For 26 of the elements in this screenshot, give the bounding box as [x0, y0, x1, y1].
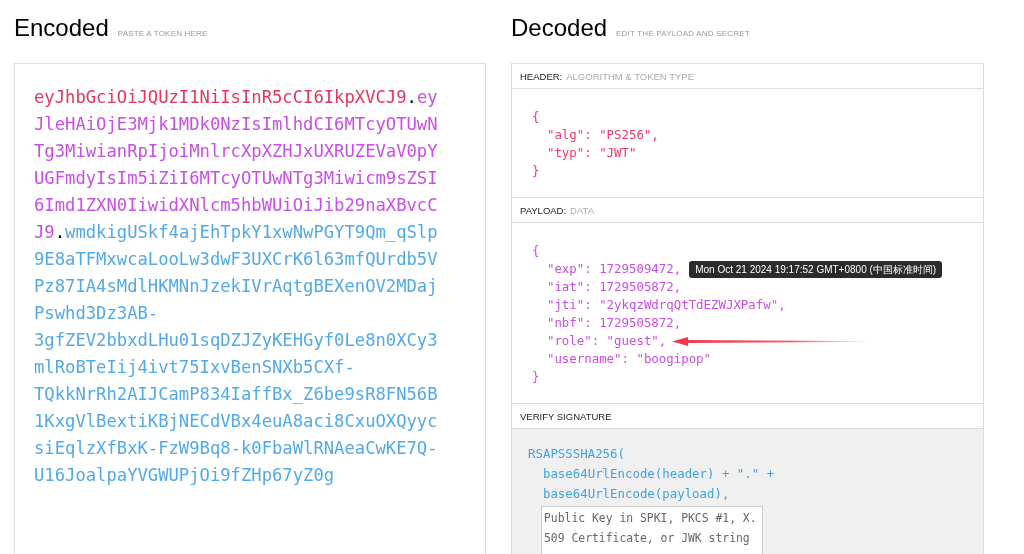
- code-line: "nbf": 1729505872,: [545, 314, 682, 332]
- section-sublabel: ALGORITHM & TOKEN TYPE: [566, 70, 694, 82]
- code-line: base64UrlEncode(header) + "." +: [541, 465, 775, 483]
- section-label: HEADER:: [520, 70, 563, 82]
- code-line: "jti": "2ykqzWdrqQtTdEZWJXPafw",: [545, 296, 786, 314]
- code-line: "typ": "JWT": [545, 144, 637, 162]
- code-line: "iat": 1729505872,: [545, 278, 682, 296]
- code-line: "alg": "PS256",: [545, 126, 659, 144]
- date-tooltip: Mon Oct 21 2024 19:17:52 GMT+0800 (中国标准时间): [689, 260, 943, 278]
- section-label: VERIFY SIGNATURE: [520, 410, 612, 422]
- public-key-field[interactable]: Public Key in SPKI, PKCS #1, X.509 Certificate, or JWK string: [541, 506, 763, 554]
- code-line: {: [532, 242, 540, 260]
- code-line: {: [532, 108, 540, 126]
- pane-subtitle: EDIT THE PAYLOAD AND SECRET: [616, 29, 750, 38]
- code-line: "username": "boogipop": [545, 350, 712, 368]
- pane-title: Encoded: [14, 14, 109, 42]
- code-line: "role": "guest",: [545, 332, 667, 350]
- code-line: }: [532, 162, 540, 180]
- code-line: "exp": 1729509472,: [545, 260, 682, 278]
- pane-title: Decoded: [511, 14, 608, 42]
- code-line: RSAPSSSHA256(: [528, 445, 625, 463]
- section-label: PAYLOAD:: [520, 204, 567, 216]
- code-line: base64UrlEncode(payload),: [541, 485, 730, 503]
- pane-subtitle: PASTE A TOKEN HERE: [117, 29, 208, 38]
- section-sublabel: DATA: [570, 204, 595, 216]
- code-line: }: [532, 368, 540, 386]
